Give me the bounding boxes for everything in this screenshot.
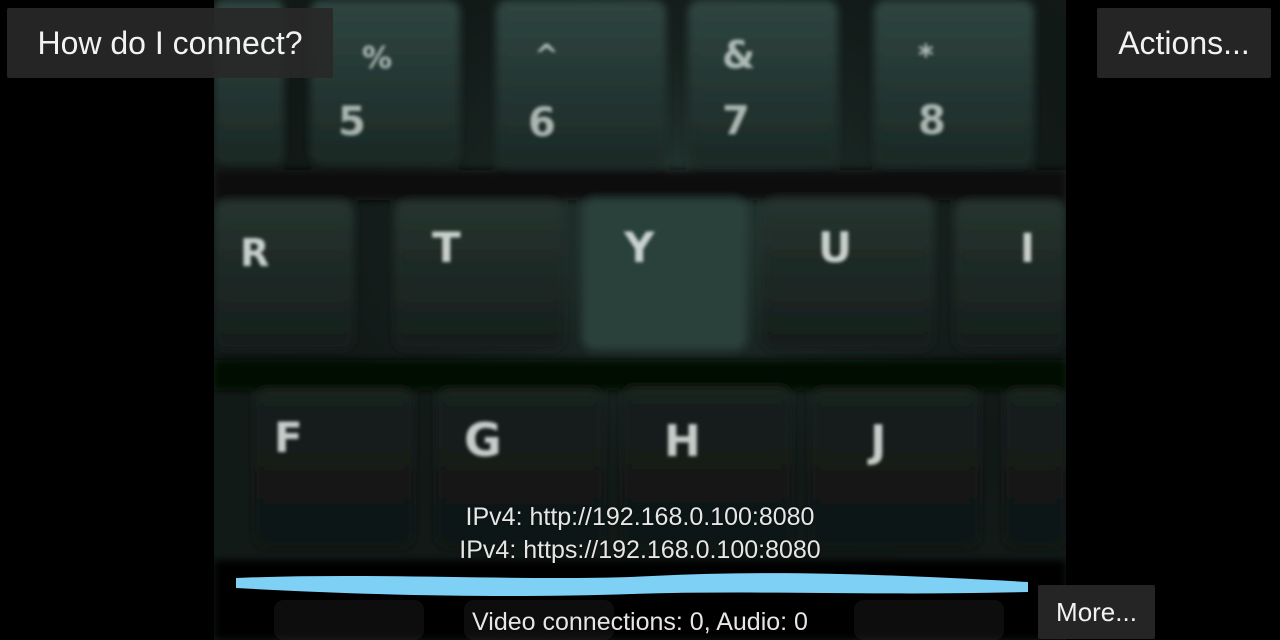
key-legend-letter: I <box>1020 226 1035 272</box>
actions-button[interactable]: Actions... <box>1097 8 1271 78</box>
key-legend-bottom: 6 <box>528 100 556 146</box>
ip-webcam-screen: % 5 ^ 6 & 7 * 8 R T Y U I F G H J How do… <box>0 0 1280 640</box>
connection-stats: Video connections: 0, Audio: 0 <box>472 608 808 636</box>
key-legend-top: * <box>918 39 934 74</box>
redaction-mark <box>236 573 1028 596</box>
key-legend-letter: Y <box>623 223 655 272</box>
key-legend-top: % <box>362 41 392 76</box>
key-legend-bottom: 7 <box>722 98 750 144</box>
key-legend-letter: F <box>274 413 303 462</box>
how-do-i-connect-button[interactable]: How do I connect? <box>7 8 333 78</box>
key-legend-top: ^ <box>534 39 559 74</box>
more-button[interactable]: More... <box>1038 585 1155 639</box>
key-legend-letter: J <box>867 416 886 467</box>
key-legend-letter: H <box>664 416 701 467</box>
key-legend-top: & <box>722 33 755 77</box>
key-legend-bottom: 5 <box>338 99 366 145</box>
key-legend-letter: T <box>432 223 461 272</box>
key-legend-letter: R <box>240 231 269 275</box>
ipv4-http-address: IPv4: http://192.168.0.100:8080 <box>465 503 815 531</box>
key-legend-letter: U <box>818 223 852 272</box>
ipv4-https-address: IPv4: https://192.168.0.100:8080 <box>459 536 821 564</box>
key-legend-letter: G <box>464 413 502 467</box>
key-legend-bottom: 8 <box>918 98 946 144</box>
